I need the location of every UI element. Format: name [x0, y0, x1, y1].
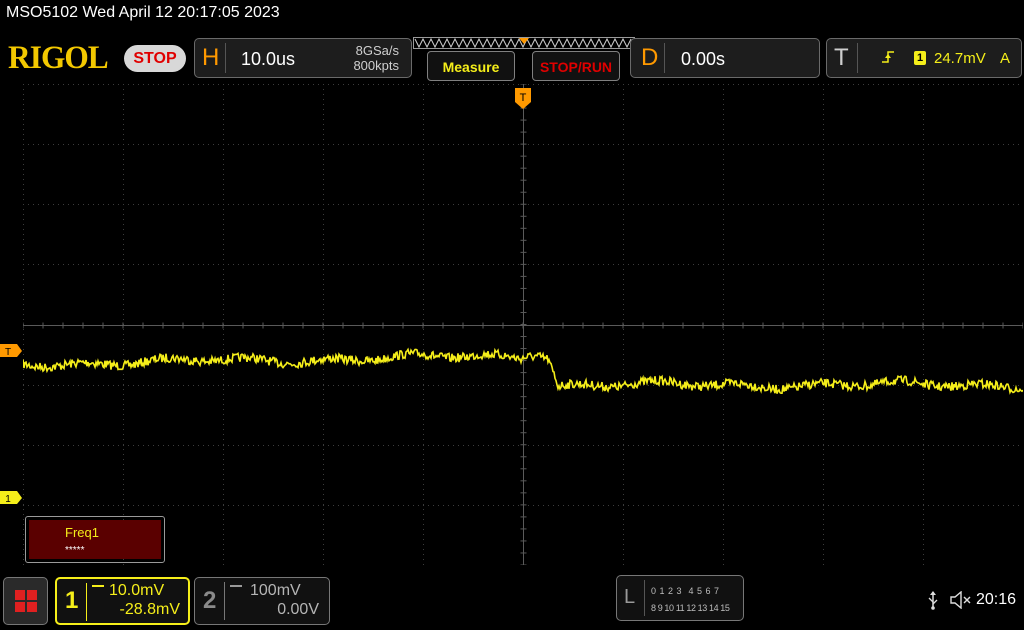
logic-channels-row2: 8 9 10 11 12 13 14 15	[651, 603, 730, 613]
ch2-number: 2	[203, 587, 217, 614]
delay-label: D	[641, 44, 659, 71]
delay-panel[interactable]: D 0.00s	[630, 38, 820, 78]
run-state-badge[interactable]: STOP	[124, 45, 186, 72]
trigger-source-badge: 1	[914, 51, 926, 65]
ch2-divider	[224, 582, 225, 620]
measurement-name: Freq1	[65, 525, 99, 540]
logic-channels-row1: 0 1 2 3 4 5 6 7	[651, 586, 720, 596]
ch1-ground-marker-label: 1	[5, 494, 11, 505]
mute-icon[interactable]	[950, 591, 972, 609]
ch1-ground-marker[interactable]: 1	[0, 491, 23, 505]
horizontal-divider	[225, 43, 226, 73]
measurement-inner: Freq1 *****	[29, 520, 161, 559]
device-timestamp: MSO5102 Wed April 12 20:17:05 2023	[6, 4, 280, 21]
trigger-level-marker-label: T	[5, 347, 11, 358]
menu-button[interactable]	[3, 577, 48, 625]
memory-position-bar	[413, 37, 635, 49]
trigger-level: 24.7mV	[934, 50, 986, 67]
ch1-scale: 10.0mV	[109, 582, 165, 599]
logic-label: L	[624, 586, 636, 608]
measurement-value: *****	[65, 545, 85, 556]
ch1-divider	[86, 583, 87, 621]
menu-grid-icon	[15, 590, 37, 612]
sample-rate: 8GSa/s	[355, 43, 399, 58]
trigger-label: T	[834, 44, 849, 71]
horizontal-label: H	[202, 44, 220, 71]
ch1-panel[interactable]: 1 10.0mV -28.8mV	[55, 577, 190, 625]
ch2-coupling-icon	[230, 585, 242, 593]
trigger-mode: A	[1000, 50, 1011, 67]
stop-run-button[interactable]: STOP/RUN	[532, 51, 620, 81]
logic-divider	[644, 580, 645, 616]
ch1-offset: -28.8mV	[119, 601, 180, 618]
trigger-panel[interactable]: T 1 24.7mV A	[826, 38, 1022, 78]
usb-icon	[928, 591, 938, 610]
timebase-value: 10.0us	[241, 49, 296, 69]
rigol-logo: RIGOL	[8, 40, 109, 76]
ch1-number: 1	[65, 587, 79, 614]
ch2-panel[interactable]: 2 100mV 0.00V	[194, 577, 330, 625]
trigger-level-marker[interactable]: T	[0, 344, 23, 358]
waveform-display[interactable]	[23, 84, 1023, 565]
status-clock: 20:16	[976, 591, 1017, 608]
logic-panel[interactable]: L 0 1 2 3 4 5 6 7 8 9 10 11 12 13 14 15	[616, 575, 744, 621]
trigger-position-label: T	[520, 92, 527, 104]
delay-divider	[664, 43, 665, 73]
measure-button[interactable]: Measure	[427, 51, 515, 81]
trigger-divider	[857, 43, 858, 73]
memory-depth: 800kpts	[353, 58, 399, 73]
rising-edge-icon	[882, 51, 894, 63]
delay-value: 0.00s	[681, 49, 726, 69]
trigger-position-marker[interactable]: T	[515, 88, 531, 110]
ch2-scale: 100mV	[250, 582, 301, 599]
dc-coupling-icon	[92, 585, 104, 593]
measurement-box[interactable]: Freq1 *****	[25, 516, 165, 563]
horizontal-panel[interactable]: H 10.0us 8GSa/s 800kpts	[194, 38, 412, 78]
ch2-offset: 0.00V	[277, 601, 319, 618]
